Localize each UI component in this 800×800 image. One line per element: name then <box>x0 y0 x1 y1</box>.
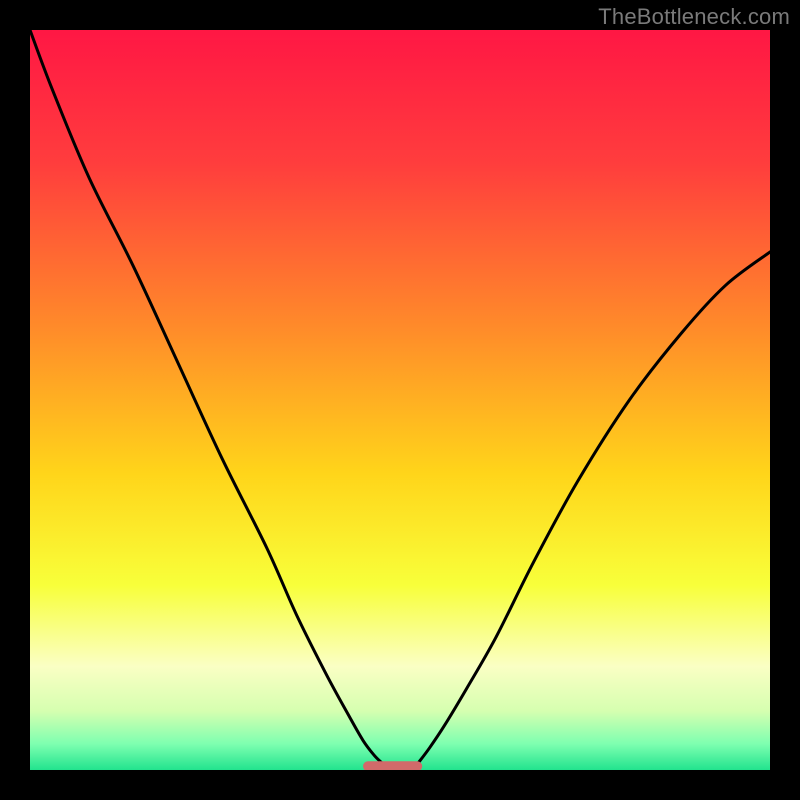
optimal-range-marker <box>363 761 422 770</box>
watermark-text: TheBottleneck.com <box>598 4 790 30</box>
chart-background <box>30 30 770 770</box>
chart-frame: TheBottleneck.com <box>0 0 800 800</box>
marker-layer <box>363 761 422 770</box>
bottleneck-chart <box>30 30 770 770</box>
